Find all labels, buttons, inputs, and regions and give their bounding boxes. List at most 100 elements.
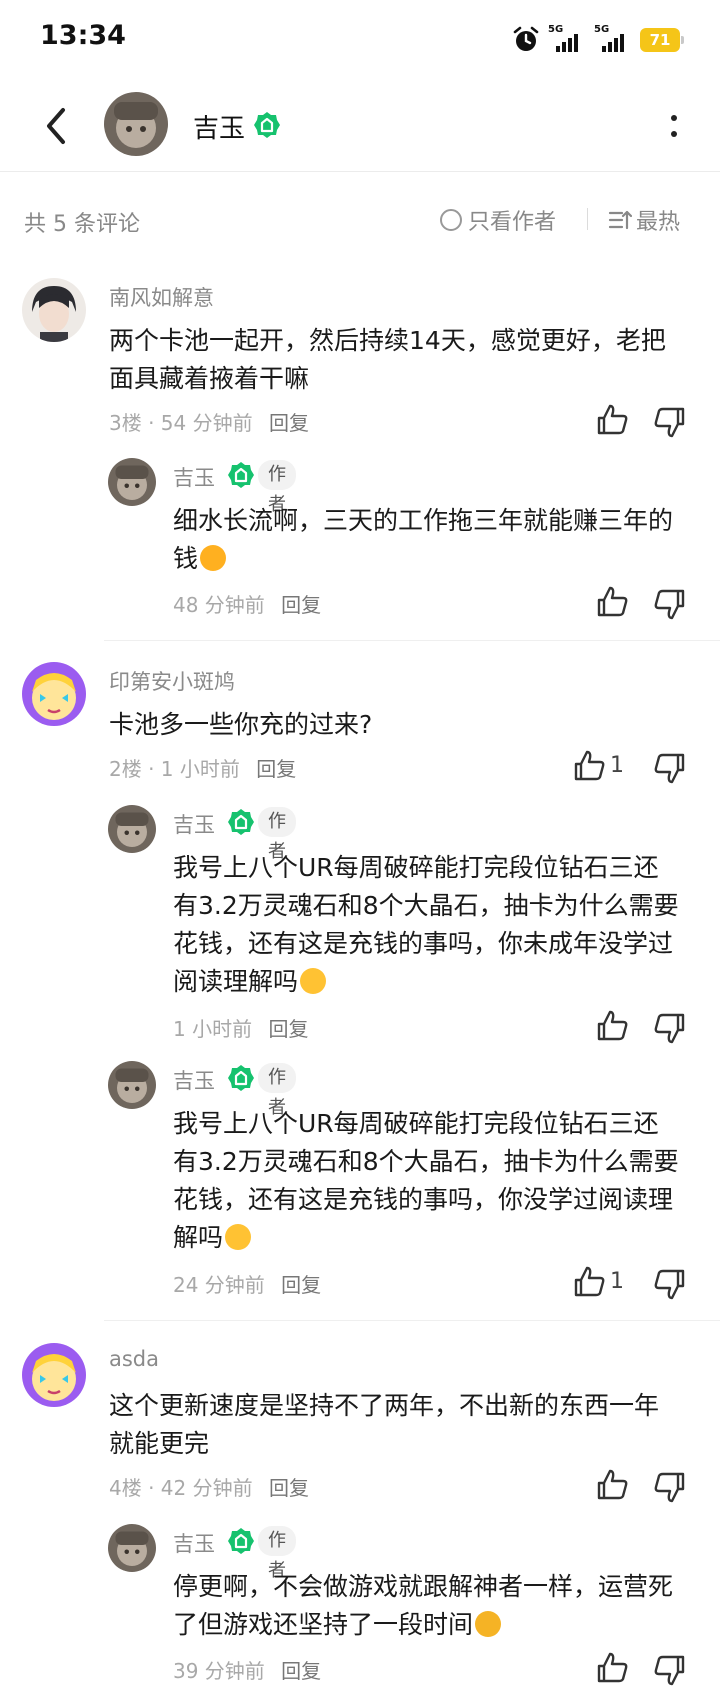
dislike-icon[interactable]	[652, 404, 688, 440]
reply-button[interactable]: 回复	[281, 1273, 321, 1297]
reply-button[interactable]: 回复	[256, 757, 296, 781]
comment-username[interactable]: 印第安小斑鸠	[109, 666, 235, 696]
comment-count: 共 5 条评论	[24, 212, 140, 237]
sort-icon	[608, 210, 632, 230]
reply-meta: 39 分钟前 回复	[173, 1655, 321, 1684]
reply-button[interactable]: 回复	[281, 593, 321, 617]
grinning-sweat-emoji-icon	[300, 968, 327, 994]
comment-meta: 4楼 · 42 分钟前 回复	[109, 1472, 309, 1501]
author-only-label: 只看作者	[468, 210, 557, 235]
reply-avatar[interactable]	[108, 1524, 156, 1572]
comment-filter-bar: 共 5 条评论 只看作者 最热	[0, 200, 720, 240]
squinting-emoji-icon	[475, 1611, 502, 1637]
comment-text: 卡池多一些你充的过来?	[109, 706, 679, 744]
reply-text: 我号上八个UR每周破碎能打完段位钻石三还有3.2万灵魂石和8个大晶石，抽卡为什么…	[173, 849, 683, 1001]
dislike-icon[interactable]	[652, 1652, 688, 1688]
like-icon[interactable]	[571, 748, 607, 784]
verified-badge-icon	[228, 462, 254, 488]
verified-badge-icon	[228, 1528, 254, 1554]
reply-avatar[interactable]	[108, 1061, 156, 1109]
dislike-icon[interactable]	[652, 586, 688, 622]
reply-time: 39 分钟前	[173, 1659, 265, 1683]
grinning-sweat-emoji-icon	[225, 1224, 252, 1250]
comment-text-content: 这个更新速度是坚持不了两年，不出新的东西一年就能更完	[109, 1391, 660, 1458]
comment-floor-time: 2楼 · 1 小时前	[109, 757, 240, 781]
like-icon[interactable]	[594, 1008, 630, 1044]
radio-circle-icon	[440, 209, 462, 231]
comment-floor-time: 4楼 · 42 分钟前	[109, 1476, 253, 1500]
battery-level: 71	[649, 31, 671, 49]
more-dot	[671, 115, 677, 121]
comment-meta: 2楼 · 1 小时前 回复	[109, 753, 296, 782]
comment-text: 这个更新速度是坚持不了两年，不出新的东西一年就能更完	[109, 1387, 679, 1463]
reply-username[interactable]: 吉玉	[173, 809, 215, 839]
reply-time: 1 小时前	[173, 1017, 253, 1041]
verified-badge-icon	[228, 1065, 254, 1091]
status-time: 13:34	[40, 20, 126, 51]
reply-meta: 1 小时前 回复	[173, 1013, 308, 1042]
reply-button[interactable]: 回复	[269, 411, 309, 435]
verified-badge-icon	[228, 809, 254, 835]
sort-button[interactable]: 最热	[608, 204, 680, 236]
signal-icon-2: 5G	[594, 24, 632, 54]
back-button[interactable]	[34, 102, 78, 150]
reply-time: 24 分钟前	[173, 1273, 265, 1297]
reply-username[interactable]: 吉玉	[173, 1065, 215, 1095]
alarm-icon	[513, 26, 539, 51]
verified-badge-icon	[254, 112, 280, 138]
like-icon[interactable]	[594, 1467, 630, 1503]
dislike-icon[interactable]	[652, 1010, 688, 1046]
more-dot	[671, 131, 677, 137]
reply-button[interactable]: 回复	[281, 1659, 321, 1683]
author-tag: 作者	[258, 807, 296, 862]
reply-text: 停更啊，不会做游戏就跟解神者一样，运营死了但游戏还坚持了一段时间	[173, 1568, 683, 1644]
like-icon[interactable]	[594, 402, 630, 438]
top-nav-bar: 吉玉	[0, 80, 720, 172]
comment-username[interactable]: asda	[109, 1347, 159, 1371]
reply-text: 我号上八个UR每周破碎能打完段位钻石三还有3.2万灵魂石和8个大晶石，抽卡为什么…	[173, 1105, 683, 1257]
reply-text-content: 停更啊，不会做游戏就跟解神者一样，运营死了但游戏还坚持了一段时间	[173, 1572, 674, 1639]
laughing-emoji-icon	[200, 545, 227, 571]
like-icon[interactable]	[594, 584, 630, 620]
divider	[587, 208, 588, 230]
author-name[interactable]: 吉玉	[193, 108, 245, 145]
divider	[104, 640, 720, 641]
author-only-toggle[interactable]: 只看作者	[440, 204, 556, 236]
reply-username[interactable]: 吉玉	[173, 1528, 215, 1558]
status-icons: 5G 5G 71	[512, 24, 684, 56]
reply-button[interactable]: 回复	[268, 1017, 308, 1041]
reply-button[interactable]: 回复	[269, 1476, 309, 1500]
dislike-icon[interactable]	[652, 1469, 688, 1505]
reply-meta: 24 分钟前 回复	[173, 1269, 321, 1298]
comment-text-content: 卡池多一些你充的过来?	[109, 710, 373, 739]
comment-username[interactable]: 南风如解意	[109, 282, 214, 312]
sort-label: 最热	[636, 210, 681, 235]
comment-floor-time: 3楼 · 54 分钟前	[109, 411, 253, 435]
like-icon[interactable]	[571, 1264, 607, 1300]
reply-text: 细水长流啊，三天的工作拖三年就能赚三年的钱	[173, 502, 683, 578]
author-tag: 作者	[258, 1063, 296, 1118]
dislike-icon[interactable]	[652, 1266, 688, 1302]
comment-text: 两个卡池一起开，然后持续14天，感觉更好，老把面具藏着掖着干嘛	[109, 322, 679, 398]
status-bar: 13:34 5G 5G 71	[0, 0, 720, 80]
user-avatar[interactable]	[22, 278, 86, 342]
reply-time: 48 分钟前	[173, 593, 265, 617]
user-avatar[interactable]	[22, 662, 86, 726]
author-tag: 作者	[258, 1526, 296, 1581]
like-count: 1	[610, 753, 624, 778]
reply-avatar[interactable]	[108, 805, 156, 853]
signal-icon: 5G	[548, 24, 586, 54]
comment-text-content: 两个卡池一起开，然后持续14天，感觉更好，老把面具藏着掖着干嘛	[109, 326, 666, 393]
more-options-button[interactable]	[664, 110, 684, 142]
author-avatar[interactable]	[104, 92, 168, 156]
user-avatar[interactable]	[22, 1343, 86, 1407]
author-tag: 作者	[258, 460, 296, 515]
reply-meta: 48 分钟前 回复	[173, 589, 321, 618]
divider	[104, 1320, 720, 1321]
like-icon[interactable]	[594, 1650, 630, 1686]
reply-username[interactable]: 吉玉	[173, 462, 215, 492]
dislike-icon[interactable]	[652, 750, 688, 786]
reply-avatar[interactable]	[108, 458, 156, 506]
reply-text-content: 细水长流啊，三天的工作拖三年就能赚三年的钱	[173, 506, 674, 573]
chevron-left-icon	[47, 108, 65, 144]
